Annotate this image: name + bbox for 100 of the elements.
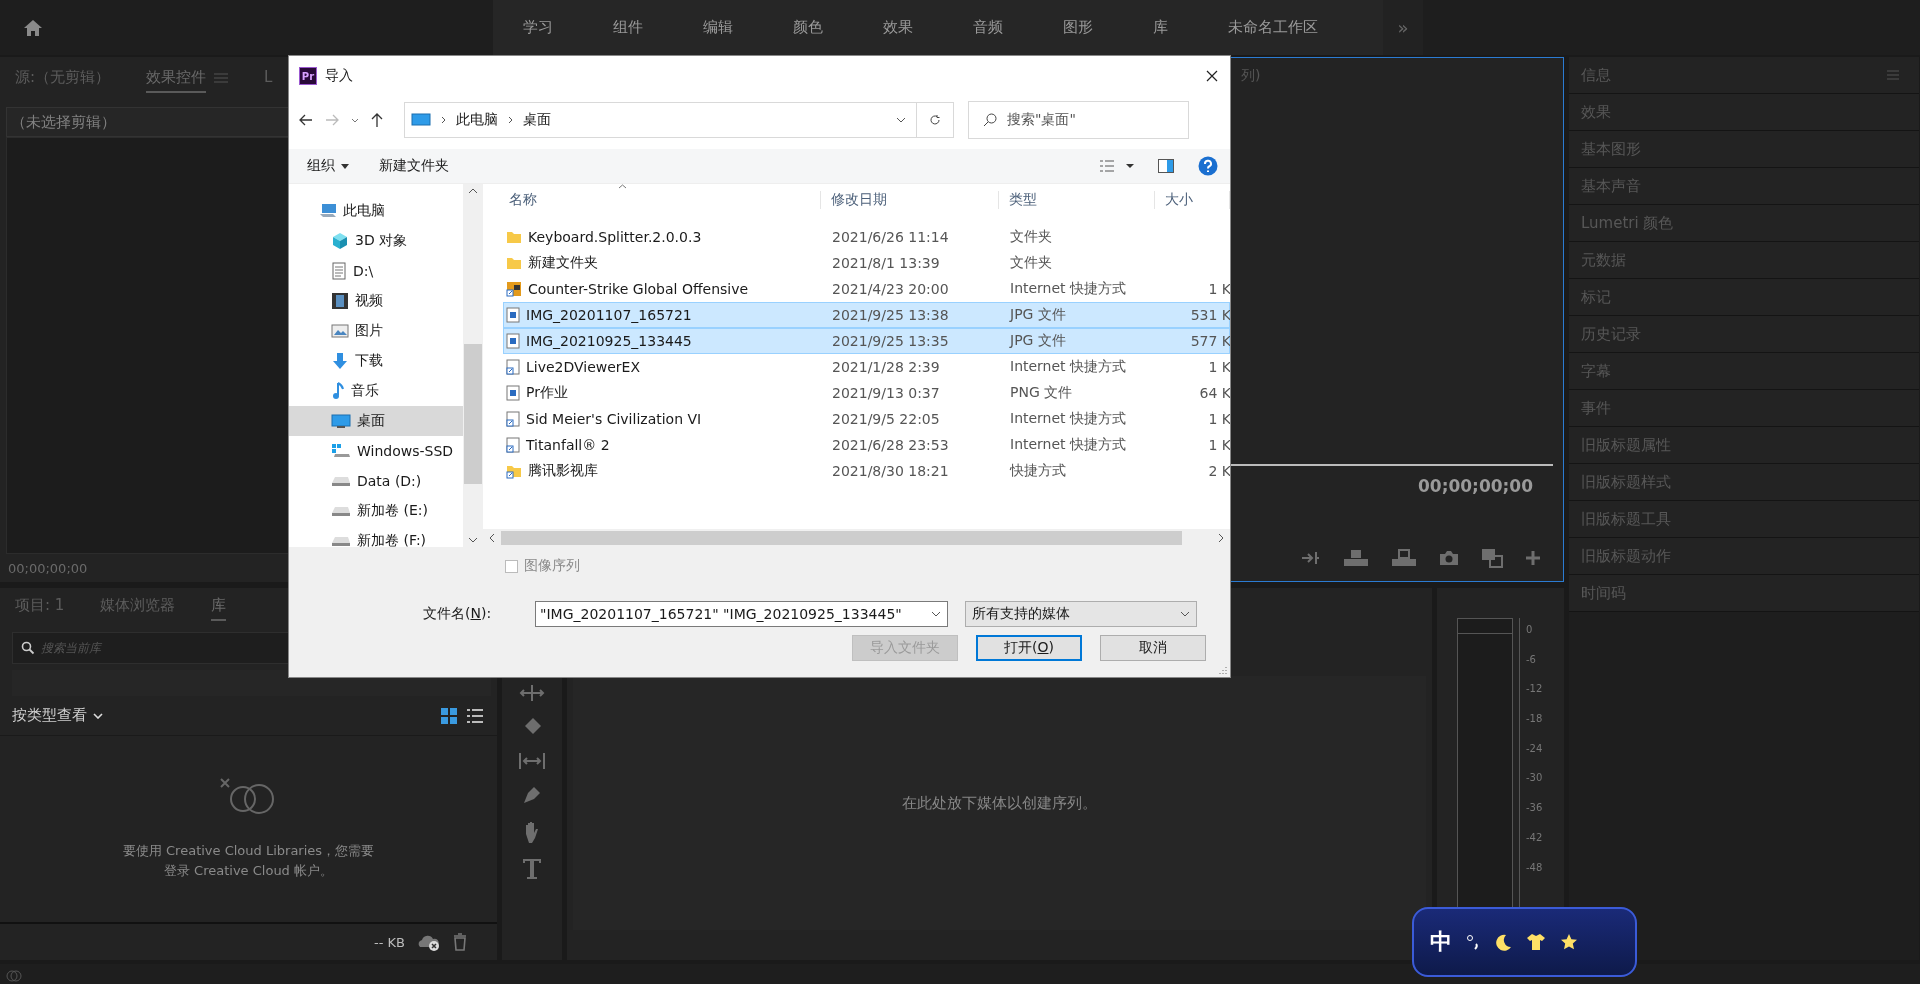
go-to-out-icon[interactable] <box>1301 551 1321 565</box>
organize-menu[interactable]: 组织 <box>307 157 349 175</box>
trash-icon[interactable] <box>453 933 467 951</box>
file-date: 2021/9/25 13:38 <box>831 307 950 323</box>
timecode: 00;00;00;00 <box>7 559 89 578</box>
horizontal-scrollbar[interactable] <box>483 529 1230 547</box>
meter-scale-label: -42 <box>1526 831 1543 843</box>
punctuation-icon[interactable] <box>1466 934 1480 950</box>
nav-item[interactable]: 视频 <box>289 286 463 316</box>
dropdown-triangle-icon[interactable] <box>341 163 349 169</box>
scroll-left-icon[interactable] <box>489 533 495 543</box>
shirt-icon[interactable] <box>1526 933 1546 951</box>
help-icon[interactable] <box>1198 156 1218 176</box>
nav-item[interactable]: Data (D:) <box>289 466 463 496</box>
shortcut-file-icon <box>506 411 520 427</box>
type-tool-icon[interactable] <box>522 858 542 880</box>
scroll-right-icon[interactable] <box>1218 533 1224 543</box>
vertical-scrollbar[interactable] <box>463 184 483 547</box>
file-name: IMG_20210925_133445 <box>526 333 692 349</box>
comparison-view-icon[interactable] <box>1481 548 1503 568</box>
nav-item[interactable]: 桌面 <box>289 406 463 436</box>
resize-grip-icon[interactable] <box>1218 665 1228 675</box>
file-type: 文件夹 <box>1009 254 1053 272</box>
column-header[interactable]: 大小 <box>1155 191 1230 209</box>
search-field[interactable]: 搜索"桌面" <box>968 101 1189 139</box>
cloud-remove-icon[interactable] <box>417 933 441 951</box>
workspace-tab[interactable]: 音频 <box>943 18 1033 37</box>
dialog-button[interactable]: 取消 <box>1100 635 1206 661</box>
star-icon[interactable] <box>1560 933 1578 951</box>
workspace-tab[interactable]: 组件 <box>583 18 673 37</box>
file-type: PNG 文件 <box>1009 384 1074 402</box>
nav-item[interactable]: Windows-SSD <box>289 436 463 466</box>
meter-scale-label: -36 <box>1526 802 1543 814</box>
recent-chevron-icon[interactable] <box>351 117 359 123</box>
file-name-field[interactable]: "IMG_20201107_165721" "IMG_20210925_133445" <box>535 601 948 627</box>
preview-pane-icon[interactable] <box>1158 159 1174 173</box>
shortcut-file-icon <box>506 359 520 375</box>
workspace-tab[interactable]: 颜色 <box>763 18 853 37</box>
column-header[interactable]: 类型 <box>999 191 1155 209</box>
scroll-down-icon[interactable] <box>468 537 478 543</box>
pen-icon[interactable] <box>521 784 543 806</box>
computer-icon <box>319 203 337 219</box>
workspace-tab[interactable]: 图形 <box>1033 18 1123 37</box>
chevron-down-icon[interactable] <box>896 117 906 123</box>
storage-size: -- KB <box>374 934 405 950</box>
meter-scale-label: -18 <box>1526 713 1543 725</box>
add-icon[interactable] <box>1525 550 1541 566</box>
nav-item[interactable]: 新加卷 (E:) <box>289 496 463 526</box>
file-row[interactable]: Keyboard.Splitter.2.0.0.3 2021/6/26 11:14 文件夹 <box>503 224 1230 250</box>
refresh-icon <box>929 114 941 126</box>
windows-drive-icon <box>331 443 351 459</box>
file-name: 新建文件夹 <box>528 254 598 272</box>
nav-item[interactable]: D:\ <box>289 256 463 286</box>
workspace-tab[interactable]: 库 <box>1123 18 1198 37</box>
grid-view-icon[interactable] <box>441 707 457 724</box>
slip-icon[interactable] <box>518 752 546 770</box>
status-icon <box>6 969 22 983</box>
column-header[interactable]: 名称 <box>483 191 821 209</box>
home-icon[interactable] <box>23 18 43 37</box>
close-icon[interactable] <box>1206 70 1218 82</box>
address-bar[interactable]: 此电脑 桌面 <box>404 102 917 138</box>
up-arrow-icon[interactable] <box>371 112 383 128</box>
new-folder-button[interactable]: 新建文件夹 <box>379 157 449 175</box>
file-name: Counter-Strike Global Offensive <box>528 281 749 297</box>
file-type-dropdown[interactable]: 所有支持的媒体 <box>965 601 1197 627</box>
scroll-up-icon[interactable] <box>468 188 478 194</box>
nav-item[interactable]: 新加卷 (F:) <box>289 526 463 547</box>
chevron-down-icon[interactable] <box>931 611 941 617</box>
file-date: 2021/9/13 0:37 <box>831 385 941 401</box>
nav-item[interactable]: 下载 <box>289 346 463 376</box>
file-date: 2021/8/1 13:39 <box>831 255 941 271</box>
workspace-tab[interactable]: 效果 <box>853 18 943 37</box>
workspace-tab[interactable]: 未命名工作区 <box>1198 18 1348 37</box>
workspace-tab[interactable]: 编辑 <box>673 18 763 37</box>
overwrite-icon[interactable] <box>1391 549 1417 567</box>
input-mode-toggle[interactable]: 中 <box>1430 927 1452 957</box>
nav-item[interactable]: 3D 对象 <box>289 226 463 256</box>
meter-scale-label: -30 <box>1526 772 1543 784</box>
timecode: 00;00;00;00 <box>1417 476 1533 496</box>
breadcrumb-item[interactable]: 桌面 <box>523 111 551 129</box>
folder-icon <box>506 230 522 244</box>
nav-item[interactable]: 音乐 <box>289 376 463 406</box>
workspace-tab[interactable]: 学习 <box>493 18 583 37</box>
list-view-icon[interactable] <box>467 707 483 724</box>
dialog-button[interactable]: 打开(O) <box>976 635 1082 661</box>
file-type: Internet 快捷方式 <box>1009 280 1128 298</box>
file-name: Sid Meier's Civilization VI <box>526 411 702 427</box>
nav-item[interactable]: 此电脑 <box>289 196 463 226</box>
insert-icon[interactable] <box>1343 549 1369 567</box>
view-options-icon[interactable] <box>1100 160 1134 172</box>
camera-icon[interactable] <box>1439 550 1459 566</box>
view-filter-dropdown[interactable]: 按类型查看 <box>12 706 103 725</box>
ripple-edit-icon[interactable] <box>519 684 545 702</box>
moon-icon[interactable] <box>1494 933 1512 951</box>
back-arrow-icon[interactable] <box>299 114 313 126</box>
chevron-down-icon[interactable] <box>1180 611 1190 617</box>
sign-in-message: 要使用 Creative Cloud Libraries，您需要 登录 Creative Cloud 帐户。 <box>122 842 375 880</box>
file-row[interactable]: 新建文件夹 2021/8/1 13:39 文件夹 <box>503 250 1230 276</box>
nav-item[interactable]: 图片 <box>289 316 463 346</box>
column-header[interactable]: 修改日期 <box>821 191 999 209</box>
